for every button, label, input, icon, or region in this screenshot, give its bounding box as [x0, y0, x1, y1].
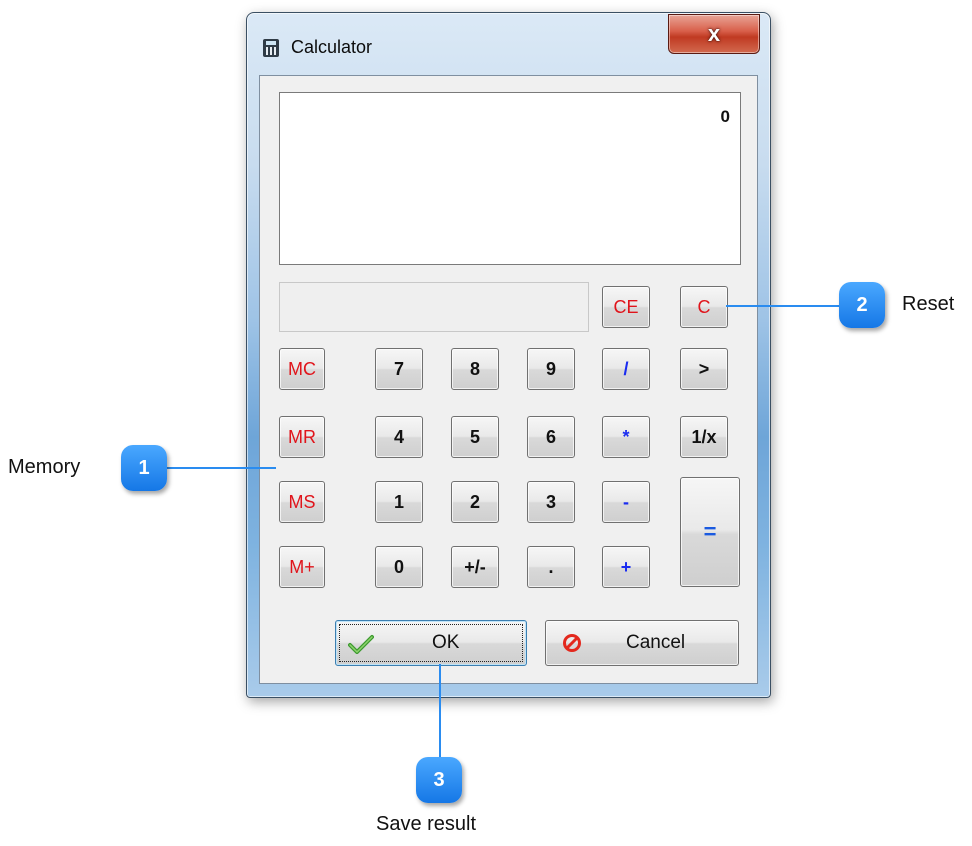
- checkmark-icon: [348, 635, 374, 654]
- digit-8-button[interactable]: 8: [451, 348, 499, 390]
- clear-button[interactable]: C: [680, 286, 728, 328]
- digit-0-button[interactable]: 0: [375, 546, 423, 588]
- sign-toggle-button[interactable]: +/-: [451, 546, 499, 588]
- reciprocal-button[interactable]: 1/x: [680, 416, 728, 458]
- digit-6-button[interactable]: 6: [527, 416, 575, 458]
- digit-7-button[interactable]: 7: [375, 348, 423, 390]
- multiply-button[interactable]: *: [602, 416, 650, 458]
- close-button[interactable]: x: [668, 14, 760, 54]
- calculator-body: 0 CE C MC MR MS M+ 7 8 9 / > 4 5 6 * 1/x…: [259, 75, 758, 684]
- digit-5-button[interactable]: 5: [451, 416, 499, 458]
- ok-label: OK: [432, 632, 460, 653]
- save-callout-label: Save result: [376, 813, 477, 835]
- subtract-button[interactable]: -: [602, 481, 650, 523]
- digit-3-button[interactable]: 3: [527, 481, 575, 523]
- reset-callout-label: Reset: [902, 293, 955, 315]
- digit-9-button[interactable]: 9: [527, 348, 575, 390]
- window-title: Calculator: [291, 37, 373, 57]
- memory-callout-label: Memory: [8, 456, 81, 478]
- backspace-button[interactable]: >: [680, 348, 728, 390]
- calculator-window: Calculator x 0 CE C MC MR MS M+ 7 8 9 / …: [246, 12, 771, 698]
- calculator-icon: [263, 39, 279, 57]
- digit-4-button[interactable]: 4: [375, 416, 423, 458]
- reset-callout-line: [726, 305, 844, 307]
- memory-add-button[interactable]: M+: [279, 546, 325, 588]
- memory-callout-badge: 1: [121, 445, 167, 491]
- memory-indicator: [279, 282, 589, 332]
- save-callout-badge: 3: [416, 757, 462, 803]
- memory-recall-button[interactable]: MR: [279, 416, 325, 458]
- title-bar[interactable]: Calculator x: [247, 13, 770, 61]
- result-display: 0: [279, 92, 741, 265]
- add-button[interactable]: +: [602, 546, 650, 588]
- save-callout-line: [439, 664, 441, 764]
- divide-button[interactable]: /: [602, 348, 650, 390]
- memory-store-button[interactable]: MS: [279, 481, 325, 523]
- digit-2-button[interactable]: 2: [451, 481, 499, 523]
- ok-button[interactable]: OK: [335, 620, 527, 666]
- reset-callout-badge: 2: [839, 282, 885, 328]
- clear-entry-button[interactable]: CE: [602, 286, 650, 328]
- equals-button[interactable]: =: [680, 477, 740, 587]
- digit-1-button[interactable]: 1: [375, 481, 423, 523]
- display-value: 0: [720, 107, 730, 126]
- decimal-button[interactable]: .: [527, 546, 575, 588]
- cancel-label: Cancel: [626, 632, 686, 653]
- cancel-button[interactable]: Cancel: [545, 620, 739, 666]
- memory-clear-button[interactable]: MC: [279, 348, 325, 390]
- memory-callout-line: [166, 467, 276, 469]
- prohibited-icon: [563, 634, 581, 652]
